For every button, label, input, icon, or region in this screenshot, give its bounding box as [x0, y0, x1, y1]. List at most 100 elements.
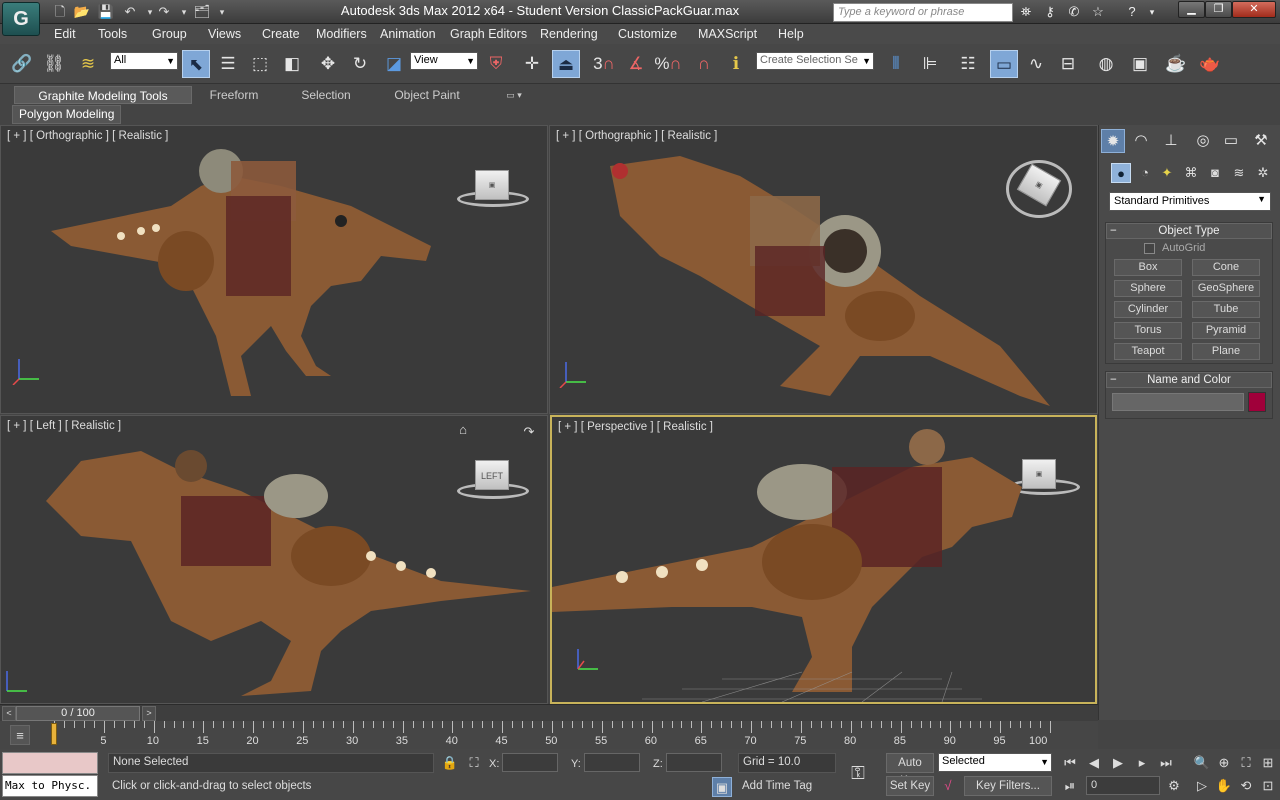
tab-graphite-modeling-tools[interactable]: Graphite Modeling Tools	[14, 86, 192, 104]
menu-group[interactable]: Group	[152, 27, 187, 41]
bind-to-space-warp-icon[interactable]: ≋	[74, 50, 102, 78]
render-setup-icon[interactable]: ▣	[1126, 50, 1154, 78]
object-color-swatch[interactable]	[1248, 392, 1266, 412]
next-frame-icon[interactable]: ▸	[1132, 753, 1152, 773]
new-file-icon[interactable]: 🗋	[50, 3, 70, 21]
geometry-icon[interactable]: ●	[1111, 163, 1131, 183]
select-and-move-icon[interactable]: ✥	[314, 50, 342, 78]
viewport-top-left[interactable]: [ + ] [ Orthographic ] [ Realistic ] ▣	[0, 125, 548, 414]
cone-button[interactable]: Cone	[1192, 259, 1260, 276]
curve-editor-icon[interactable]: ∿	[1022, 50, 1050, 78]
menu-tools[interactable]: Tools	[98, 27, 127, 41]
tab-object-paint[interactable]: Object Paint	[386, 86, 468, 104]
binoculars-icon[interactable]: ⛯	[1016, 3, 1036, 21]
select-and-scale-icon[interactable]: ◪	[380, 50, 408, 78]
box-button[interactable]: Box	[1114, 259, 1182, 276]
motion-tab-icon[interactable]: ◎	[1191, 129, 1215, 153]
current-frame-marker[interactable]	[51, 723, 57, 745]
selection-filter-dropdown[interactable]: All ▼	[110, 52, 178, 70]
lights-icon[interactable]: ✦	[1157, 163, 1177, 183]
menu-animation[interactable]: Animation	[380, 27, 436, 41]
rotate-view-icon[interactable]: ↷	[519, 422, 539, 442]
shapes-icon[interactable]: ◔	[1135, 163, 1155, 183]
minimize-button[interactable]: ▁	[1178, 1, 1205, 18]
tube-button[interactable]: Tube	[1192, 301, 1260, 318]
create-tab-icon[interactable]: ✹	[1101, 129, 1125, 153]
object-category-dropdown[interactable]: Standard Primitives ▼	[1109, 192, 1271, 211]
angle-snap-icon[interactable]: ∡	[622, 50, 650, 78]
autogrid-checkbox[interactable]	[1144, 243, 1155, 254]
keyboard-shortcut-override-button[interactable]: ⏏	[552, 50, 580, 78]
save-file-icon[interactable]: 💾	[96, 3, 116, 21]
space-warps-icon[interactable]: ≋	[1229, 163, 1249, 183]
orbit-icon[interactable]: ⟲	[1236, 776, 1256, 796]
select-and-manipulate-icon[interactable]: ✛	[518, 50, 546, 78]
time-configuration-icon[interactable]: ⚙	[1164, 776, 1184, 796]
render-production-icon[interactable]: 🫖	[1196, 50, 1224, 78]
named-selection-sets-dropdown[interactable]: Create Selection Se ▼	[756, 52, 874, 70]
undo-icon[interactable]: ↶	[120, 3, 140, 21]
set-key-mode-key-icon[interactable]: ⚿	[848, 763, 868, 783]
viewport-label[interactable]: [ + ] [ Left ] [ Realistic ]	[7, 420, 121, 432]
x-coordinate-input[interactable]	[502, 753, 558, 772]
window-crossing-icon[interactable]: ◧	[278, 50, 306, 78]
select-and-link-icon[interactable]: 🔗	[8, 50, 36, 78]
modify-tab-icon[interactable]: ◠	[1129, 129, 1153, 153]
select-object-button[interactable]: ⬉	[182, 50, 210, 78]
redo-icon[interactable]: ↷	[154, 3, 174, 21]
infocenter-search-input[interactable]: Type a keyword or phrase	[833, 3, 1013, 22]
spinner-snap-icon[interactable]: ∩	[690, 50, 718, 78]
key-icon[interactable]: ⚷	[1040, 3, 1060, 21]
pyramid-button[interactable]: Pyramid	[1192, 322, 1260, 339]
project-folder-icon[interactable]: 🗂	[192, 3, 212, 21]
set-key-button[interactable]: Set Key	[886, 776, 934, 796]
play-animation-icon[interactable]: ▶	[1108, 753, 1128, 773]
schematic-view-icon[interactable]: ⊟	[1054, 50, 1082, 78]
zoom-all-icon[interactable]: ⊕	[1214, 753, 1234, 773]
help-dropdown-icon[interactable]: ▾	[1142, 3, 1162, 21]
pivot-point-center-icon[interactable]: ⛨	[482, 50, 510, 78]
redo-dropdown-icon[interactable]: ▾	[174, 3, 194, 21]
menu-create[interactable]: Create	[262, 27, 300, 41]
name-and-color-rollout-header[interactable]: − Name and Color	[1106, 372, 1272, 388]
ribbon-options-icon[interactable]: ▭ ▾	[500, 86, 528, 104]
go-to-start-icon[interactable]: ⏮	[1060, 753, 1080, 773]
select-by-name-icon[interactable]: ☰	[214, 50, 242, 78]
menu-graph-editors[interactable]: Graph Editors	[450, 27, 527, 41]
viewport-label[interactable]: [ + ] [ Orthographic ] [ Realistic ]	[556, 130, 717, 142]
hierarchy-tab-icon[interactable]: ⊥	[1159, 129, 1183, 153]
help-icon[interactable]: ?	[1122, 3, 1142, 21]
plane-button[interactable]: Plane	[1192, 343, 1260, 360]
quick-access-dropdown-icon[interactable]: ▾	[212, 3, 232, 21]
menu-rendering[interactable]: Rendering	[540, 27, 598, 41]
current-frame-input[interactable]: 0	[1086, 776, 1160, 795]
menu-customize[interactable]: Customize	[618, 27, 677, 41]
sphere-button[interactable]: Sphere	[1114, 280, 1182, 297]
menu-maxscript[interactable]: MAXScript	[698, 27, 757, 41]
isolate-selection-icon[interactable]: ▣	[712, 777, 732, 797]
tab-selection[interactable]: Selection	[290, 86, 362, 104]
geosphere-button[interactable]: GeoSphere	[1192, 280, 1260, 297]
auto-key-button[interactable]: Auto Key	[886, 753, 934, 787]
communication-center-icon[interactable]: ✆	[1064, 3, 1084, 21]
viewport-bottom-right-perspective[interactable]: [ + ] [ Perspective ] [ Realistic ] ▣	[550, 415, 1097, 704]
tab-freeform[interactable]: Freeform	[196, 86, 272, 104]
previous-frame-icon[interactable]: ◀	[1084, 753, 1104, 773]
object-type-rollout-header[interactable]: − Object Type	[1106, 223, 1272, 239]
z-coordinate-input[interactable]	[666, 753, 722, 772]
add-time-tag-button[interactable]: Add Time Tag	[738, 778, 836, 798]
key-filters-button[interactable]: Key Filters...	[964, 776, 1052, 796]
systems-icon[interactable]: ✲	[1253, 163, 1273, 183]
mini-curve-editor-icon[interactable]: ≡	[10, 725, 30, 745]
time-slider-thumb[interactable]: 0 / 100	[16, 706, 140, 721]
snaps-toggle-button[interactable]: 3∩	[590, 50, 618, 78]
field-of-view-icon[interactable]: ▷	[1192, 776, 1212, 796]
menu-edit[interactable]: Edit	[54, 27, 76, 41]
object-name-input[interactable]	[1112, 393, 1244, 411]
time-slider-next-icon[interactable]: >	[142, 706, 156, 721]
zoom-icon[interactable]: 🔍	[1192, 753, 1212, 773]
utilities-tab-icon[interactable]: ⚒	[1249, 129, 1273, 153]
menu-help[interactable]: Help	[778, 27, 804, 41]
maximize-button[interactable]: ❐	[1205, 1, 1232, 18]
align-icon[interactable]: ⊫	[916, 50, 944, 78]
